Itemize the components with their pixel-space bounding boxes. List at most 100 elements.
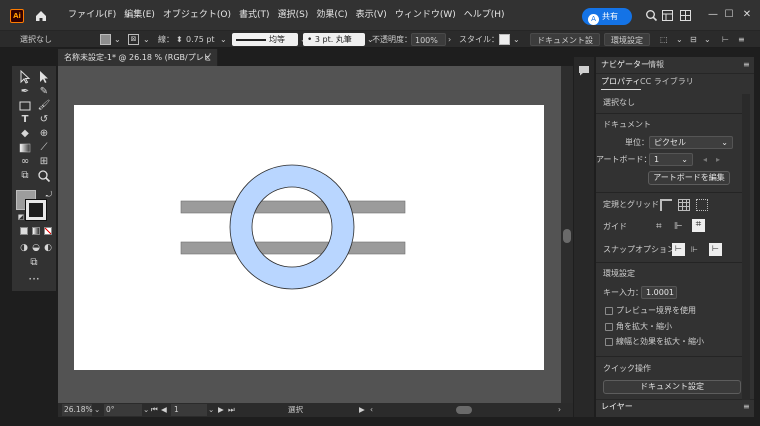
menu-select[interactable]: 選択(S) — [274, 0, 313, 31]
zoom-tool-icon[interactable] — [37, 169, 51, 183]
direct-selection-tool-icon[interactable] — [37, 70, 51, 84]
stroke-swatch-icon[interactable]: ⊠ — [128, 34, 139, 45]
swap-fill-stroke-icon[interactable]: ⤾ — [42, 188, 56, 202]
artboard-chevron-icon[interactable]: ⌄ — [208, 404, 214, 416]
tab-layers[interactable]: レイヤー — [601, 400, 633, 414]
more-options-icon[interactable]: ≡ — [738, 33, 745, 46]
scroll-right-icon[interactable]: › — [558, 404, 561, 416]
transform-icon[interactable]: ⬚ — [660, 33, 668, 46]
artboard-dropdown[interactable]: 1 ⌄ — [649, 153, 693, 166]
fill-dropdown-chevron-icon[interactable]: ⌄ — [114, 33, 121, 46]
zoom-chevron-icon[interactable]: ⌄ — [94, 404, 100, 416]
pen-tool-icon[interactable]: ✒ — [18, 85, 32, 99]
units-dropdown[interactable]: ピクセル ⌄ — [649, 136, 733, 149]
quick-document-setup-button[interactable]: ドキュメント設定 — [603, 380, 741, 394]
use-preview-bounds-checkbox[interactable] — [605, 307, 613, 315]
menu-edit[interactable]: 編集(E) — [120, 0, 159, 31]
lock-guides-icon[interactable]: ⊩ — [674, 221, 683, 233]
opacity-chevron-icon[interactable]: › — [448, 33, 451, 46]
menu-help[interactable]: ヘルプ(H) — [460, 0, 509, 31]
artboard-tool-icon[interactable]: ⧉ — [18, 169, 32, 183]
menu-window[interactable]: ウィンドウ(W) — [391, 0, 460, 31]
draw-inside-icon[interactable]: ◐ — [41, 241, 55, 255]
menu-type[interactable]: 書式(T) — [235, 0, 274, 31]
style-chevron-icon[interactable]: ⌄ — [513, 33, 520, 46]
scale-corners-checkbox[interactable] — [605, 323, 613, 331]
snap-icon[interactable]: ⊢ — [722, 33, 729, 46]
preferences-button[interactable]: 環境設定 — [604, 33, 650, 46]
tab-cc-libraries[interactable]: CC ライブラリ — [640, 75, 694, 89]
next-artboard-icon[interactable]: ▶ — [218, 404, 224, 416]
snap-to-point-icon[interactable]: ⊢ — [672, 243, 685, 256]
none-mode-icon[interactable] — [41, 226, 55, 240]
pixel-grid-icon[interactable] — [696, 199, 708, 211]
rulers-icon[interactable] — [660, 199, 672, 211]
top-bar-shape[interactable] — [180, 200, 406, 214]
curvature-tool-icon[interactable]: ✎ — [37, 85, 51, 99]
last-artboard-icon[interactable]: ⏭ — [228, 404, 235, 416]
rectangle-tool-icon[interactable] — [18, 99, 32, 113]
stroke-weight-input[interactable]: 0.75 pt — [186, 33, 215, 46]
shape-builder-tool-icon[interactable]: ⊞ — [37, 155, 51, 169]
align-chevron-icon[interactable]: ⌄ — [704, 33, 711, 46]
document-tab[interactable]: 名称未設定-1* @ 26.18 % (RGB/プレビュー) × — [58, 49, 218, 79]
prev-artboard-icon[interactable]: ◀ — [161, 404, 167, 416]
gradient-tool-icon[interactable] — [18, 141, 32, 155]
scale-strokes-effects-checkbox[interactable] — [605, 338, 613, 346]
layers-menu-icon[interactable]: ≡ — [743, 400, 750, 414]
selection-tool-icon[interactable] — [18, 70, 32, 84]
ring-shape[interactable] — [229, 164, 355, 290]
share-button[interactable]: A 共有 — [582, 8, 632, 25]
rotation-input[interactable]: 0° — [104, 404, 142, 416]
home-icon[interactable] — [34, 9, 48, 23]
brush-definition-dropdown[interactable]: • 3 pt. 丸筆 — [303, 33, 365, 46]
menu-effect[interactable]: 効果(C) — [312, 0, 351, 31]
zoom-level-input[interactable]: 26.18% — [62, 404, 93, 416]
scroll-left-icon[interactable]: ‹ — [370, 404, 373, 416]
fill-swatch[interactable] — [100, 34, 111, 47]
snap-to-pixel-icon[interactable]: ⊩ — [691, 244, 698, 256]
show-guides-icon[interactable]: ⌗ — [656, 221, 662, 233]
smart-guides-icon[interactable]: ⌗ — [692, 219, 705, 232]
rotation-chevron-icon[interactable]: ⌄ — [143, 404, 149, 416]
stroke-color-swatch[interactable] — [25, 199, 47, 221]
snap-to-glyph-icon[interactable]: ⊢ — [709, 243, 722, 256]
paintbrush-tool-icon[interactable]: 🖌 — [37, 99, 51, 113]
comments-icon[interactable] — [578, 65, 590, 76]
eraser-tool-icon[interactable]: ◆ — [18, 127, 32, 141]
stroke-weight-stepper-icon[interactable]: ⬍ — [176, 33, 183, 46]
close-tab-icon[interactable]: × — [204, 49, 211, 66]
arrange-documents-icon[interactable] — [680, 10, 691, 21]
edit-toolbar-more-icon[interactable]: ··· — [27, 273, 41, 288]
panel-scrollbar[interactable] — [742, 94, 750, 400]
vertical-scroll-thumb[interactable] — [563, 229, 571, 243]
search-icon[interactable] — [645, 9, 658, 22]
blend-tool-icon[interactable]: ∞ — [18, 155, 32, 169]
panel-menu-icon[interactable]: ≡ — [743, 58, 750, 72]
tab-navigator[interactable]: ナビゲーター — [601, 58, 649, 72]
opacity-input[interactable]: 100% — [411, 33, 446, 46]
document-setup-button[interactable]: ドキュメント設定 — [530, 33, 600, 58]
keyboard-increment-input[interactable]: 1.0001 px — [641, 286, 677, 299]
vertical-scrollbar[interactable] — [561, 66, 573, 403]
artboard-number-input[interactable]: 1 — [171, 404, 207, 416]
bottom-bar-shape[interactable] — [180, 241, 406, 255]
eyedropper-tool-icon[interactable]: ⟋ — [37, 141, 51, 155]
stroke-weight-chevron-icon[interactable]: ⌄ — [220, 33, 227, 46]
close-button[interactable]: ✕ — [740, 6, 754, 24]
prev-artboard-arrow-icon[interactable]: ◂ — [703, 154, 707, 166]
horizontal-scroll-thumb[interactable] — [456, 406, 472, 414]
variable-width-profile-dropdown[interactable]: 均等 — [232, 33, 298, 46]
menu-object[interactable]: オブジェクト(O) — [159, 0, 235, 31]
tab-info[interactable]: 情報 — [648, 58, 664, 72]
stroke-dropdown-chevron-icon[interactable]: ⌄ — [143, 33, 150, 46]
workspace-icon[interactable] — [662, 10, 673, 21]
minimize-button[interactable]: — — [706, 6, 720, 24]
type-tool-icon[interactable]: T — [18, 113, 32, 127]
grid-icon[interactable] — [678, 199, 690, 211]
menu-view[interactable]: 表示(V) — [352, 0, 391, 31]
puppet-warp-tool-icon[interactable]: ⊕ — [37, 127, 51, 141]
menu-file[interactable]: ファイル(F) — [64, 0, 120, 31]
align-icon[interactable]: ⊟ — [690, 33, 697, 46]
status-menu-icon[interactable]: ▶ — [359, 404, 365, 416]
